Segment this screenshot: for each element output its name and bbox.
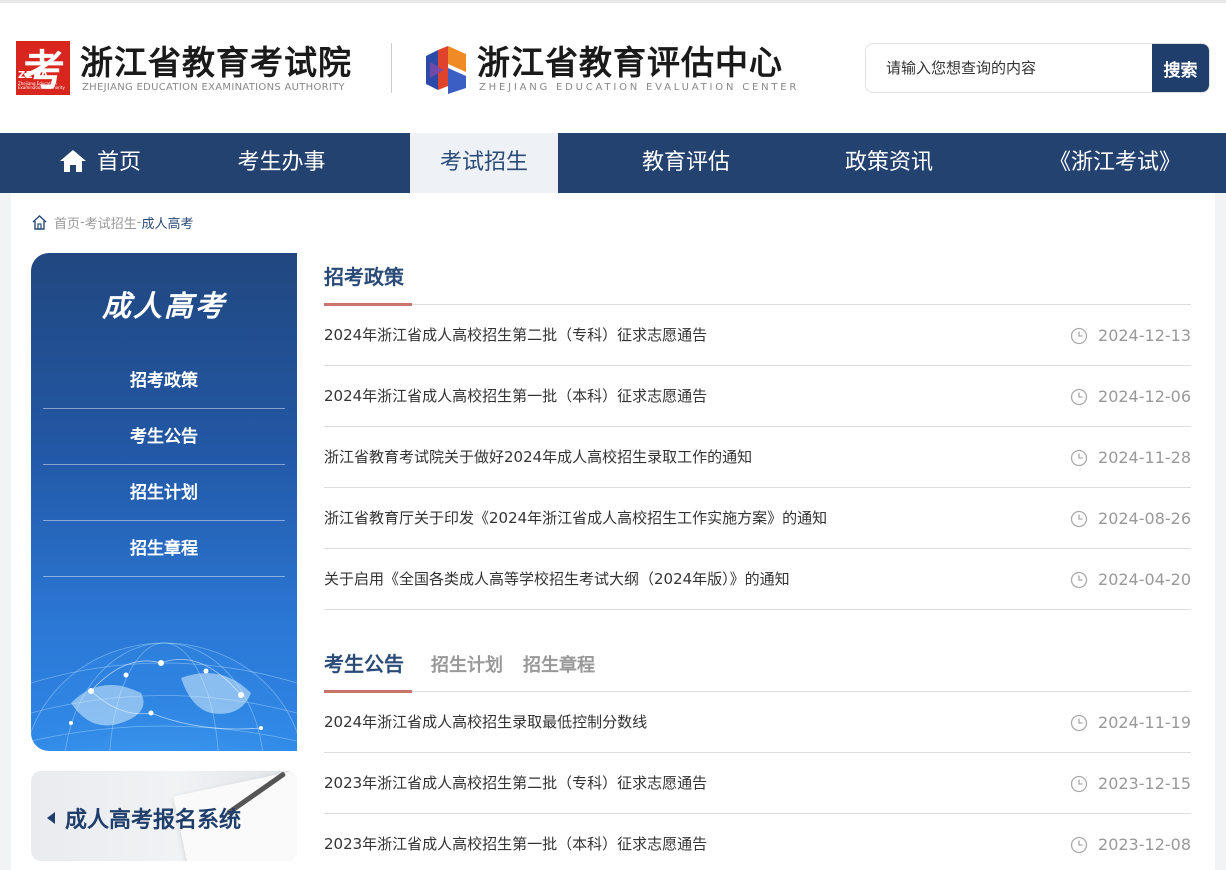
list-item-title[interactable]: 2023年浙江省成人高校招生第一批（本科）征求志愿通告 <box>324 814 707 870</box>
site-subtitle-evaluation-center: ZHEJIANG EDUCATION EVALUATION CENTER <box>479 82 800 93</box>
nav-item-policy-news[interactable]: 政策资讯 <box>815 133 963 193</box>
date-text: 2024-08-26 <box>1098 509 1191 528</box>
date-text: 2023-12-08 <box>1098 835 1191 854</box>
nav-item-candidate-services[interactable]: 考生办事 <box>200 133 363 193</box>
globe-network-icon <box>31 642 297 751</box>
clock-icon <box>1070 775 1088 792</box>
nav-item-home[interactable]: 首页 <box>0 133 200 193</box>
list-item-date: 2024-04-20 <box>1070 549 1191 610</box>
section-announcements-header: 考生公告 招生计划 招生章程 <box>324 640 1191 693</box>
sidebar-title: 成人高考 <box>101 289 226 323</box>
clock-icon <box>1070 327 1088 344</box>
list-item[interactable]: 2024年浙江省成人高校招生第一批（本科）征求志愿通告 2024-12-06 <box>324 366 1191 427</box>
date-text: 2024-11-28 <box>1098 448 1191 467</box>
home-outline-icon <box>32 215 47 230</box>
date-text: 2024-04-20 <box>1098 570 1191 589</box>
list-item[interactable]: 关于启用《全国各类成人高等学校招生考试大纲（2024年版）》的通知 2024-0… <box>324 549 1191 610</box>
list-item[interactable]: 2024年浙江省成人高校招生第二批（专科）征求志愿通告 2024-12-13 <box>324 305 1191 366</box>
list-item-date: 2023-12-15 <box>1070 753 1191 814</box>
search-box: 搜索 <box>865 43 1210 93</box>
nav-item-exam-enrollment[interactable]: 考试招生 <box>410 133 558 193</box>
clock-icon <box>1070 571 1088 588</box>
breadcrumb-current: 成人高考 <box>141 217 194 232</box>
list-item[interactable]: 浙江省教育厅关于印发《2024年浙江省成人高校招生工作实施方案》的通知 2024… <box>324 488 1191 549</box>
list-item-date: 2024-11-28 <box>1070 427 1191 488</box>
site-title-exam-authority[interactable]: 浙江省教育考试院 <box>80 36 352 84</box>
sidebar: 成人高考 招考政策 考生公告 招生计划 招生章程 <box>31 253 297 751</box>
main-nav: 首页 考生办事 考试招生 教育评估 政策资讯 《浙江考试》 <box>0 133 1226 193</box>
list-item-title[interactable]: 关于启用《全国各类成人高等学校招生考试大纲（2024年版）》的通知 <box>324 549 790 610</box>
caret-left-icon <box>47 812 55 824</box>
site-title-evaluation-center[interactable]: 浙江省教育评估中心 <box>477 36 783 84</box>
list-item-title[interactable]: 2024年浙江省成人高校招生录取最低控制分数线 <box>324 692 647 753</box>
nav-item-education-evaluation[interactable]: 教育评估 <box>612 133 760 193</box>
nav-item-zhejiang-exam-magazine[interactable]: 《浙江考试》 <box>1040 133 1190 193</box>
breadcrumb: 首页 - 考试招生 - 成人高考 <box>31 213 193 232</box>
tab-policy[interactable]: 招考政策 <box>324 261 404 290</box>
list-item-date: 2024-11-19 <box>1070 692 1191 753</box>
header-divider <box>391 43 392 93</box>
zeea-logo-icon[interactable]: 考 ZEEA Zhejiang Education Examinations A… <box>16 41 70 95</box>
search-input[interactable] <box>866 44 1153 92</box>
sidebar-item-policy[interactable]: 招考政策 <box>43 353 285 409</box>
list-item-title[interactable]: 浙江省教育考试院关于做好2024年成人高校招生录取工作的通知 <box>324 427 752 488</box>
banner-text: 成人高考报名系统 <box>47 802 241 834</box>
home-icon <box>59 149 86 172</box>
list-item-date: 2024-12-13 <box>1070 305 1191 366</box>
clock-icon <box>1070 449 1088 466</box>
date-text: 2024-11-19 <box>1098 713 1191 732</box>
logo-abbr: ZEEA <box>18 70 49 81</box>
list-item[interactable]: 2023年浙江省成人高校招生第二批（专科）征求志愿通告 2023-12-15 <box>324 753 1191 814</box>
clock-icon <box>1070 836 1088 853</box>
evaluation-center-logo-icon[interactable] <box>424 42 468 98</box>
clock-icon <box>1070 510 1088 527</box>
clock-icon <box>1070 388 1088 405</box>
sidebar-item-enrollment-charter[interactable]: 招生章程 <box>43 521 285 577</box>
breadcrumb-home[interactable]: 首页 <box>54 213 80 232</box>
list-item[interactable]: 浙江省教育考试院关于做好2024年成人高校招生录取工作的通知 2024-11-2… <box>324 427 1191 488</box>
search-button[interactable]: 搜索 <box>1152 44 1209 92</box>
list-item-title[interactable]: 2024年浙江省成人高校招生第二批（专科）征求志愿通告 <box>324 305 707 366</box>
list-item[interactable]: 2024年浙江省成人高校招生录取最低控制分数线 2024-11-19 <box>324 692 1191 753</box>
tab-enrollment-charter[interactable]: 招生章程 <box>523 651 595 677</box>
date-text: 2024-12-13 <box>1098 326 1191 345</box>
sidebar-item-enrollment-plan[interactable]: 招生计划 <box>43 465 285 521</box>
list-item-title[interactable]: 2024年浙江省成人高校招生第一批（本科）征求志愿通告 <box>324 366 707 427</box>
list-item-date: 2023-12-08 <box>1070 814 1191 870</box>
tab-enrollment-plan[interactable]: 招生计划 <box>431 651 503 677</box>
list-item-title[interactable]: 2023年浙江省成人高校招生第二批（专科）征求志愿通告 <box>324 753 707 814</box>
list-item[interactable]: 2023年浙江省成人高校招生第一批（本科）征求志愿通告 2023-12-08 <box>324 814 1191 870</box>
tab-announcements[interactable]: 考生公告 <box>324 648 404 677</box>
sidebar-item-announcements[interactable]: 考生公告 <box>43 409 285 465</box>
date-text: 2024-12-06 <box>1098 387 1191 406</box>
logo-small-text: Zhejiang Education Examinations Authorit… <box>18 81 65 90</box>
nav-label: 首页 <box>96 150 141 175</box>
banner-label: 成人高考报名系统 <box>65 808 242 833</box>
breadcrumb-level1[interactable]: 考试招生 <box>85 213 137 232</box>
list-item-title[interactable]: 浙江省教育厅关于印发《2024年浙江省成人高校招生工作实施方案》的通知 <box>324 488 827 549</box>
clock-icon <box>1070 714 1088 731</box>
date-text: 2023-12-15 <box>1098 774 1191 793</box>
list-item-date: 2024-08-26 <box>1070 488 1191 549</box>
site-subtitle-exam-authority: ZHEJIANG EDUCATION EXAMINATIONS AUTHORIT… <box>82 82 345 93</box>
list-item-date: 2024-12-06 <box>1070 366 1191 427</box>
registration-system-banner[interactable]: 成人高考报名系统 <box>31 771 297 861</box>
section-policy-header: 招考政策 <box>324 253 1191 306</box>
